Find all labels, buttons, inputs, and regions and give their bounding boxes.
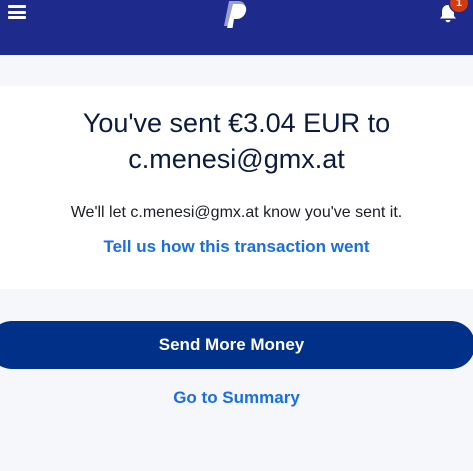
transaction-feedback-link[interactable]: Tell us how this transaction went bbox=[20, 236, 453, 258]
go-to-summary-link[interactable]: Go to Summary bbox=[20, 387, 453, 409]
confirmation-message: We'll let c.menesi@gmx.at know you've se… bbox=[70, 204, 403, 221]
send-more-money-button[interactable]: Send More Money bbox=[0, 321, 473, 369]
menu-icon[interactable] bbox=[8, 5, 26, 19]
paypal-logo-icon bbox=[224, 1, 247, 28]
notification-badge[interactable]: 1 bbox=[450, 0, 468, 12]
confirmation-headline: You've sent €3.04 EUR to c.menesi@gmx.at bbox=[82, 108, 391, 174]
top-bar: 1 bbox=[0, 0, 473, 55]
